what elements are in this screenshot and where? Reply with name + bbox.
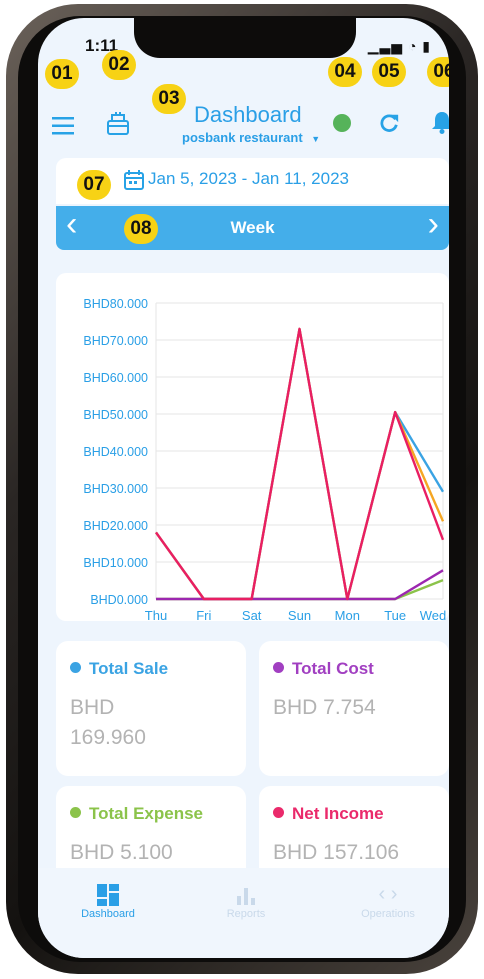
y-tick-label: BHD30.000 <box>83 482 148 496</box>
series-line-2 <box>155 327 445 601</box>
dashboard-icon <box>48 880 168 908</box>
store-name: posbank restaurant <box>182 130 303 145</box>
total-sale-title: Total Sale <box>70 659 168 679</box>
total-cost-card[interactable]: Total Cost BHD 7.754 <box>259 641 449 776</box>
series-line-5 <box>155 327 445 601</box>
annotation-badge-06: 06 <box>427 57 449 87</box>
total-sale-label: Total Sale <box>89 659 169 678</box>
app-header: Dashboard posbank restaurant ▼ <box>38 88 449 158</box>
x-tick-label: Fri <box>196 608 211 621</box>
total-expense-value: BHD 5.100 <box>70 841 173 864</box>
y-tick-label: BHD80.000 <box>83 297 148 311</box>
annotation-badge-04: 04 <box>328 57 362 87</box>
page-title: Dashboard <box>194 102 302 127</box>
series-line-4 <box>156 569 444 601</box>
annotation-badge-07: 07 <box>77 170 111 200</box>
code-brackets-icon: ‹ › <box>378 883 398 905</box>
x-tick-label: Sat <box>242 608 262 621</box>
menu-icon[interactable] <box>52 117 74 135</box>
caret-down-icon: ▼ <box>311 134 321 144</box>
net-income-title: Net Income <box>273 804 384 824</box>
net-income-dot <box>273 807 284 818</box>
total-cost-label: Total Cost <box>292 659 374 678</box>
period-label: Week <box>230 218 275 237</box>
y-tick-label: BHD40.000 <box>83 445 148 459</box>
nav-dashboard[interactable]: Dashboard <box>48 880 168 920</box>
x-tick-label: Mon <box>335 608 360 621</box>
total-sale-card[interactable]: Total Sale BHD 169.960 <box>56 641 246 776</box>
annotation-badge-02: 02 <box>102 50 136 80</box>
x-tick-label: Thu <box>145 608 167 621</box>
total-cost-dot <box>273 662 284 673</box>
total-expense-title: Total Expense <box>70 804 203 824</box>
y-tick-label: BHD20.000 <box>83 519 148 533</box>
store-selector[interactable]: posbank restaurant ▼ <box>182 130 320 145</box>
y-tick-label: BHD10.000 <box>83 556 148 570</box>
nav-reports[interactable]: Reports <box>186 880 306 920</box>
app-screen: 1:11 ▁▃▅ ◔ ▮ Dashboard posbank restauran… <box>38 18 449 958</box>
notch <box>134 18 356 58</box>
calendar-icon <box>124 170 144 190</box>
y-tick-label: BHD70.000 <box>83 334 148 348</box>
total-sale-dot <box>70 662 81 673</box>
y-tick-label: BHD60.000 <box>83 371 148 385</box>
nav-dashboard-label: Dashboard <box>81 908 135 920</box>
x-tick-label: Tue <box>384 608 406 621</box>
bar-chart-icon <box>186 880 306 908</box>
total-sale-value: BHD 169.960 <box>70 696 146 749</box>
chevron-right-icon[interactable]: › <box>428 205 439 244</box>
net-income-value: BHD 157.106 <box>273 841 400 864</box>
total-cost-title: Total Cost <box>273 659 374 679</box>
nav-reports-label: Reports <box>226 908 266 920</box>
total-cost-value: BHD 7.754 <box>273 696 376 719</box>
cash-register-icon[interactable] <box>106 112 130 136</box>
period-selector: ‹ Week › <box>56 205 449 250</box>
date-range-text: Jan 5, 2023 - Jan 11, 2023 <box>148 169 350 188</box>
x-tick-label: Sun <box>288 608 311 621</box>
refresh-icon[interactable] <box>378 112 400 134</box>
net-income-label: Net Income <box>292 804 384 823</box>
nav-operations[interactable]: ‹ › Operations <box>328 880 448 920</box>
annotation-badge-01: 01 <box>45 59 79 89</box>
annotation-badge-03: 03 <box>152 84 186 114</box>
connection-status-dot <box>333 114 351 132</box>
line-chart-svg: BHD0.000 BHD10.000 BHD20.000 BHD30.000 BHD40… <box>83 297 447 621</box>
total-expense-dot <box>70 807 81 818</box>
series-line-1 <box>155 327 445 601</box>
bell-icon[interactable] <box>431 110 449 134</box>
annotation-badge-08: 08 <box>124 214 158 244</box>
bottom-navigation: Dashboard Reports ‹ › Operations <box>38 868 449 958</box>
total-expense-label: Total Expense <box>89 804 203 823</box>
date-range-picker[interactable]: Jan 5, 2023 - Jan 11, 2023 <box>56 158 449 204</box>
y-tick-label: BHD0.000 <box>90 593 148 607</box>
y-tick-label: BHD50.000 <box>83 408 148 422</box>
status-icons: ▁▃▅ ◔ ▮ <box>367 38 431 54</box>
x-tick-label: Wed <box>420 608 447 621</box>
annotation-badge-05: 05 <box>372 57 406 87</box>
sales-chart: BHD0.000 BHD10.000 BHD20.000 BHD30.000 BHD40… <box>56 273 449 621</box>
nav-operations-label: Operations <box>361 908 415 920</box>
